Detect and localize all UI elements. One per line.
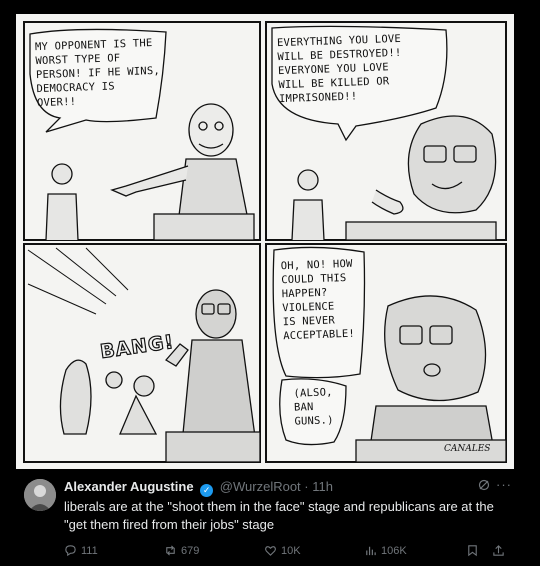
more-icon[interactable]: ··· (496, 477, 512, 492)
like-button[interactable]: 10K (264, 544, 301, 557)
panel4-aside: (ALSO, BAN GUNS.) (293, 385, 334, 428)
speech-line: COULD THIS (281, 271, 347, 287)
reply-icon (65, 545, 76, 557)
panel4-speech: OH, NO! HOW COULD THIS HAPPEN? VIOLENCE … (281, 257, 356, 343)
avatar-portrait-icon (24, 479, 56, 511)
avatar[interactable] (24, 479, 56, 511)
author-handle[interactable]: @WurzelRoot (220, 479, 301, 494)
views-icon (366, 546, 376, 556)
share-icon (493, 545, 504, 556)
reply-button[interactable]: 111 (64, 544, 98, 557)
aside-line: (ALSO, (293, 386, 333, 400)
aside-line: GUNS.) (294, 414, 334, 428)
reply-count: 111 (81, 544, 98, 557)
aside-line: BAN (293, 401, 314, 414)
panel1-speech: MY OPPONENT IS THE WORST TYPE OF PERSON!… (35, 36, 161, 110)
like-count: 10K (281, 544, 301, 557)
panel2-speech: EVERYTHING YOU LOVE WILL BE DESTROYED!! … (277, 32, 403, 106)
tweet-text: liberals are at the "shoot them in the f… (64, 499, 494, 532)
grok-icon[interactable] (478, 479, 490, 494)
repost-button[interactable]: 679 (164, 544, 199, 557)
action-bar: 111 679 10K 106K (64, 544, 504, 560)
comic-image[interactable]: MY OPPONENT IS THE WORST TYPE OF PERSON!… (16, 14, 514, 469)
bookmark-button[interactable] (466, 544, 479, 557)
repost-icon (166, 545, 175, 556)
views-count: 106K (381, 544, 407, 557)
share-button[interactable] (492, 544, 505, 557)
tweet-header: Alexander Augustine ✓ @WurzelRoot · 11h (64, 479, 333, 497)
like-icon (265, 546, 276, 556)
bookmark-icon (468, 545, 477, 557)
verified-icon: ✓ (200, 484, 214, 497)
author-name[interactable]: Alexander Augustine (64, 479, 194, 494)
artist-signature: CANALES (444, 444, 491, 454)
separator-dot: · (304, 479, 309, 494)
timestamp[interactable]: 11h (312, 479, 333, 494)
views-button[interactable]: 106K (364, 544, 407, 557)
speech-line: ACCEPTABLE! (283, 327, 356, 343)
repost-count: 679 (181, 544, 200, 557)
tweet[interactable]: Alexander Augustine ✓ @WurzelRoot · 11h … (16, 469, 520, 566)
